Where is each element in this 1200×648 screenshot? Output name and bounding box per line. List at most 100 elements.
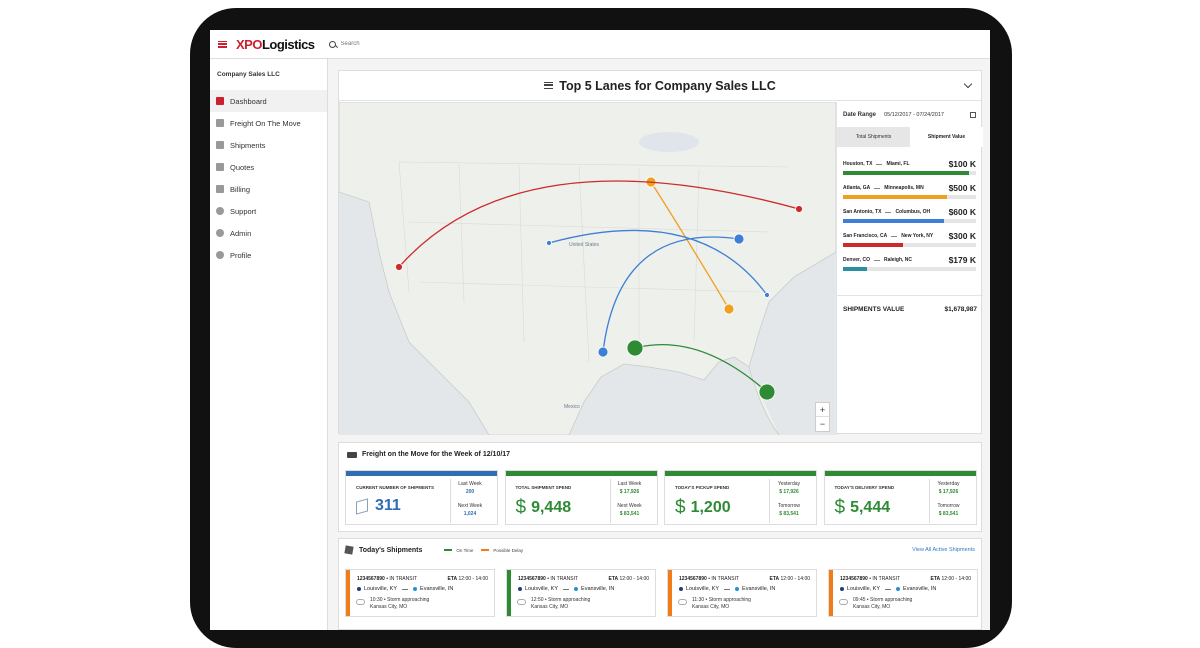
lane-value: $100 K: [948, 159, 976, 169]
lane-destination: New York, NY: [901, 233, 934, 239]
card-value: $1,200: [675, 497, 731, 519]
top-lanes-panel: Top 5 Lanes for Company Sales LLC United…: [338, 70, 983, 435]
shipments-value-total: SHIPMENTS VALUE $1,678,987: [837, 295, 983, 323]
legend-on-time: On Time: [456, 547, 474, 553]
lane-row[interactable]: Denver, CO Raleigh, NC $179 K: [837, 251, 983, 275]
shipment-destination: Evansville, IN: [420, 586, 454, 592]
xpo-logo[interactable]: XPOLogistics: [236, 37, 315, 52]
arrow-right-icon: [874, 187, 881, 189]
cube-icon: [356, 497, 368, 515]
lane-endpoint-marker[interactable]: [758, 383, 776, 401]
arrow-right-icon: [885, 211, 892, 213]
status-stripe: [346, 570, 350, 616]
sidebar-item-billing[interactable]: Billing: [210, 178, 327, 200]
sidebar-item-label: Shipments: [230, 140, 266, 150]
destination-dot: [735, 587, 740, 591]
shipment-card[interactable]: 1234567890 • IN TRANSIT ETA 12:00 - 14:00…: [828, 569, 978, 617]
chevron-down-icon[interactable]: [963, 79, 973, 89]
shipment-route: Louisville, KY Evansville, IN: [840, 586, 936, 592]
note-location: Kansas City, MO: [692, 603, 730, 610]
card-value-number: 9,448: [531, 499, 572, 516]
freight-title-text: Freight on the Move for the Week of 12/1…: [362, 451, 511, 458]
calendar-icon[interactable]: [970, 111, 976, 118]
shipment-note: 09:45 • Storm approaching Kansas City, MO: [853, 597, 913, 610]
card-label: TODAY'S DELIVERY SPEND: [834, 485, 895, 490]
arrow-right-icon: [891, 235, 898, 237]
storm-cloud-icon: [517, 599, 526, 605]
lane-endpoint-marker[interactable]: [395, 263, 403, 271]
eta-label: ETA: [447, 576, 458, 582]
date-range-row[interactable]: Date Range 05/12/2017 - 07/24/2017: [837, 102, 983, 127]
top-bar: XPOLogistics: [210, 30, 990, 59]
shipment-note: 12:50 • Storm approaching Kansas City, MO: [531, 597, 591, 610]
sidebar-item-profile[interactable]: Profile: [210, 244, 327, 266]
sidebar-item-dashboard[interactable]: Dashboard: [210, 90, 327, 112]
card-compare-value: $ 83,541: [779, 511, 799, 517]
lane-endpoint-marker[interactable]: [626, 339, 644, 357]
shipment-card[interactable]: 1234567890 • IN TRANSIT ETA 12:00 - 14:00…: [345, 569, 495, 617]
lane-row[interactable]: San Antonio, TX Columbus, OH $600 K: [837, 203, 983, 227]
status-stripe: [507, 570, 511, 616]
card-value-number: 5,444: [850, 499, 891, 516]
shipment-origin: Louisville, KY: [525, 586, 559, 592]
lanes-map[interactable]: United States Mexico + −: [339, 102, 836, 435]
card-compare-value: $ 83,541: [619, 511, 640, 517]
menu-icon[interactable]: [218, 40, 227, 48]
card-compare-label: Last Week: [617, 481, 642, 487]
shipment-origin: Louisville, KY: [686, 586, 720, 592]
shipment-card[interactable]: 1234567890 • IN TRANSIT ETA 12:00 - 14:00…: [506, 569, 656, 617]
sidebar-item-support[interactable]: Support: [210, 200, 327, 222]
freight-card[interactable]: TOTAL SHIPMENT SPEND $9,448 Last Week $ 17,…: [504, 470, 658, 525]
origin-dot: [518, 587, 522, 591]
arrow-right-icon: [876, 163, 883, 165]
lane-endpoint-marker[interactable]: [795, 205, 803, 213]
eta-label: ETA: [608, 576, 619, 582]
zoom-out-button[interactable]: −: [816, 417, 829, 431]
zoom-in-button[interactable]: +: [816, 403, 829, 417]
lane-endpoint-marker[interactable]: [723, 303, 735, 315]
eta-label: ETA: [769, 576, 780, 582]
sidebar-item-shipments[interactable]: Shipments: [210, 134, 327, 156]
freight-card[interactable]: TODAY'S DELIVERY SPEND $5,444 Yesterday $ 1…: [823, 470, 977, 525]
view-all-shipments-link[interactable]: View All Active Shipments: [912, 547, 975, 553]
card-value-number: 1,200: [690, 499, 731, 516]
tab-shipment-value[interactable]: Shipment Value: [910, 127, 983, 147]
sidebar-item-label: Admin: [230, 228, 252, 238]
card-accent-bar: [824, 471, 976, 476]
note-time: 10:30: [370, 597, 383, 603]
panel-header: Top 5 Lanes for Company Sales LLC: [339, 71, 981, 101]
card-accent-bar: [665, 471, 816, 476]
lane-endpoint-marker[interactable]: [733, 233, 745, 245]
card-label: CURRENT NUMBER OF SHIPMENTS: [356, 485, 435, 490]
lane-row[interactable]: San Francisco, CA New York, NY $300 K: [837, 227, 983, 251]
destination-dot: [574, 587, 579, 591]
lane-row[interactable]: Atlanta, GA Minneapolis, MN $500 K: [837, 179, 983, 203]
sidebar-item-freight-on-the-move[interactable]: Freight On The Move: [210, 112, 327, 134]
lane-origin: Denver, CO: [843, 257, 870, 263]
lanes-summary: Date Range 05/12/2017 - 07/24/2017 Total…: [836, 102, 983, 435]
shipment-status: IN TRANSIT: [711, 576, 740, 582]
lane-endpoint-marker[interactable]: [764, 292, 770, 298]
storm-cloud-icon: [839, 599, 848, 605]
date-range-label: Date Range: [843, 111, 877, 118]
note-time: 09:45: [853, 597, 866, 603]
lane-endpoint-marker[interactable]: [546, 240, 552, 246]
sidebar-item-quotes[interactable]: Quotes: [210, 156, 327, 178]
freight-card[interactable]: TODAY'S PICKUP SPEND $1,200 Yesterday $ 17,…: [664, 470, 817, 525]
note-time: 12:50: [531, 597, 544, 603]
box-icon: [216, 141, 224, 149]
tab-total-shipments[interactable]: Total Shipments: [837, 127, 910, 147]
sidebar-item-admin[interactable]: Admin: [210, 222, 327, 244]
eta-value: 12:00 - 14:00: [458, 576, 488, 582]
lane-row[interactable]: Houston, TX Miami, FL $100 K: [837, 155, 983, 179]
search-input[interactable]: [340, 41, 541, 47]
shipment-card[interactable]: 1234567890 • IN TRANSIT ETA 12:00 - 14:00…: [667, 569, 817, 617]
lane-endpoint-marker[interactable]: [597, 346, 609, 358]
eta-value: 12:00 - 14:00: [780, 576, 810, 582]
arrow-right-icon: [724, 588, 731, 590]
shipment-status: IN TRANSIT: [550, 576, 579, 582]
destination-dot: [413, 587, 418, 591]
todays-shipments-header: Today's Shipments On Time Possible Delay: [344, 545, 523, 555]
logo-logistics: Logistics: [261, 36, 315, 52]
freight-card[interactable]: CURRENT NUMBER OF SHIPMENTS 311 Last Week 2…: [345, 470, 498, 525]
